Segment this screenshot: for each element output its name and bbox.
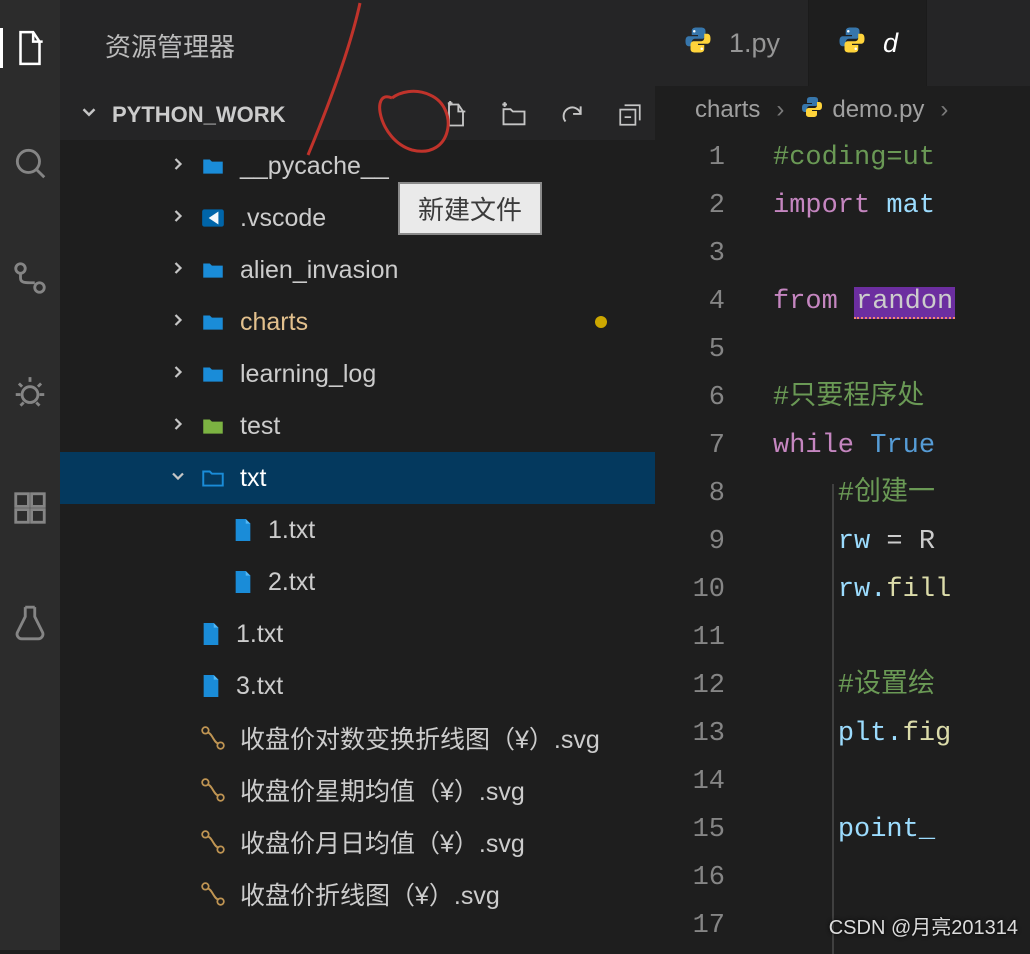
breadcrumb[interactable]: charts › demo.py ›	[655, 86, 1030, 134]
breadcrumb-file[interactable]: demo.py	[832, 96, 924, 124]
tree-label: 1.txt	[268, 516, 315, 545]
tree-label: __pycache__	[240, 152, 389, 181]
tree-item[interactable]: .vscode	[60, 192, 655, 244]
file-icon	[200, 465, 226, 491]
tab-label: d	[883, 28, 898, 59]
tree-item[interactable]: alien_invasion	[60, 244, 655, 296]
chevron-icon	[168, 256, 188, 285]
file-icon	[200, 725, 226, 751]
python-icon	[800, 95, 824, 126]
chevron-right-icon: ›	[940, 96, 948, 124]
explorer-sidebar: 资源管理器 PYTHON_WORK __pycache__ .vscode alie…	[60, 0, 655, 950]
tree-label: 3.txt	[236, 672, 283, 701]
tree-item[interactable]: 收盘价月日均值（¥）.svg	[60, 816, 655, 868]
code-area[interactable]: 1234567891011121314151617 #coding=utimpo…	[655, 134, 1030, 950]
breadcrumb-folder[interactable]: charts	[695, 96, 760, 124]
chevron-icon	[168, 412, 188, 441]
section-header[interactable]: PYTHON_WORK	[60, 90, 655, 140]
refresh-icon[interactable]	[557, 100, 587, 130]
tree-label: 收盘价月日均值（¥）.svg	[240, 824, 525, 860]
tree-label: txt	[240, 464, 266, 493]
new-file-icon[interactable]	[441, 100, 471, 130]
file-icon	[200, 673, 222, 699]
chevron-icon	[168, 308, 188, 337]
scm-activity[interactable]	[0, 248, 60, 308]
tree-label: 收盘价折线图（¥）.svg	[240, 876, 500, 912]
file-icon	[200, 777, 226, 803]
file-icon	[232, 517, 254, 543]
tree-label: .vscode	[240, 204, 326, 233]
watermark: CSDN @月亮201314	[829, 911, 1018, 940]
search-activity[interactable]	[0, 133, 60, 193]
tree-label: 1.txt	[236, 620, 283, 649]
tree-item[interactable]: 收盘价对数变换折线图（¥）.svg	[60, 712, 655, 764]
chevron-icon	[168, 360, 188, 389]
new-folder-icon[interactable]	[499, 100, 529, 130]
file-icon	[200, 205, 226, 231]
extensions-activity[interactable]	[0, 478, 60, 538]
file-icon	[200, 309, 226, 335]
tree-label: charts	[240, 308, 308, 337]
tree-item[interactable]: 1.txt	[60, 504, 655, 556]
gutter: 1234567891011121314151617	[655, 134, 765, 950]
tree-label: 收盘价星期均值（¥）.svg	[240, 772, 525, 808]
tab-demo[interactable]: d	[809, 0, 927, 86]
file-icon	[232, 569, 254, 595]
python-icon	[837, 25, 867, 62]
tooltip-new-file: 新建文件	[398, 182, 542, 235]
tree-label: 收盘价对数变换折线图（¥）.svg	[240, 720, 600, 756]
tree-item[interactable]: test	[60, 400, 655, 452]
activity-bar	[0, 0, 60, 950]
tree-item[interactable]: 3.txt	[60, 660, 655, 712]
tree-item[interactable]: learning_log	[60, 348, 655, 400]
testing-activity[interactable]	[0, 593, 60, 653]
tab-1py[interactable]: 1.py	[655, 0, 809, 86]
chevron-icon	[168, 204, 188, 233]
tab-label: 1.py	[729, 28, 780, 59]
tree-label: test	[240, 412, 280, 441]
tree-item[interactable]: 收盘价星期均值（¥）.svg	[60, 764, 655, 816]
tabs: 1.py d	[655, 0, 1030, 86]
explorer-activity[interactable]	[0, 18, 60, 78]
tree-label: learning_log	[240, 360, 376, 389]
chevron-down-icon	[78, 101, 100, 129]
file-icon	[200, 413, 226, 439]
chevron-icon	[168, 464, 188, 493]
file-icon	[200, 881, 226, 907]
tree-label: alien_invasion	[240, 256, 398, 285]
tree-label: 2.txt	[268, 568, 315, 597]
code-lines[interactable]: #coding=utimport mat from randon #只要程序处w…	[765, 134, 1030, 950]
modified-dot	[595, 316, 607, 328]
editor: 1.py d charts › demo.py › 12345678910111…	[655, 0, 1030, 950]
tree-item[interactable]: 2.txt	[60, 556, 655, 608]
file-tree: __pycache__ .vscode alien_invasioncharts le…	[60, 140, 655, 950]
python-icon	[683, 25, 713, 62]
file-icon	[200, 361, 226, 387]
section-actions	[441, 100, 645, 130]
chevron-icon	[168, 152, 188, 181]
file-icon	[200, 621, 222, 647]
debug-activity[interactable]	[0, 363, 60, 423]
chevron-right-icon: ›	[776, 96, 784, 124]
tree-item[interactable]: txt	[60, 452, 655, 504]
tree-item[interactable]: 收盘价折线图（¥）.svg	[60, 868, 655, 920]
file-icon	[200, 153, 226, 179]
tree-item[interactable]: 1.txt	[60, 608, 655, 660]
section-name: PYTHON_WORK	[112, 102, 286, 128]
indent-guide	[832, 484, 834, 954]
file-icon	[200, 257, 226, 283]
tree-item[interactable]: charts	[60, 296, 655, 348]
file-icon	[200, 829, 226, 855]
tree-item[interactable]: __pycache__	[60, 140, 655, 192]
sidebar-title: 资源管理器	[60, 0, 655, 90]
collapse-all-icon[interactable]	[615, 100, 645, 130]
